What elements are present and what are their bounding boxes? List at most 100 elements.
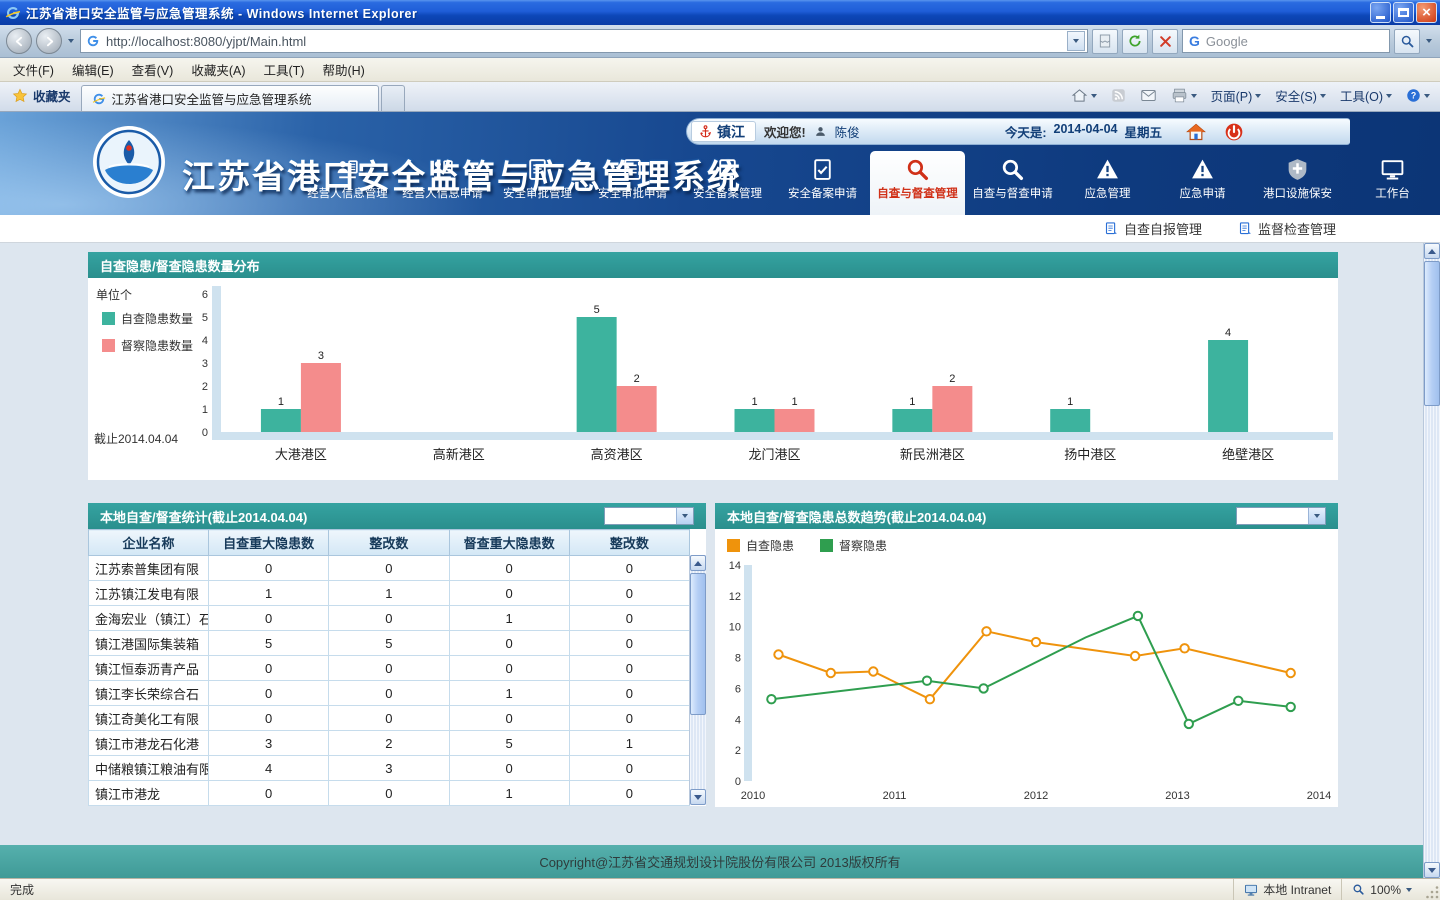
- new-tab-button[interactable]: [381, 85, 405, 111]
- back-button[interactable]: [6, 28, 32, 54]
- svg-text:龙门港区: 龙门港区: [748, 447, 800, 462]
- nav-self-supervision-mgmt[interactable]: 自查与督查管理: [870, 151, 965, 215]
- print-button[interactable]: [1165, 85, 1203, 106]
- company-name-cell: 中储粮镇江粮油有限: [89, 756, 209, 781]
- feed-button[interactable]: [1105, 86, 1132, 105]
- trend-chart: 0246810121420102011201220132014: [717, 555, 1333, 807]
- value-cell: 3: [209, 731, 329, 756]
- value-cell: 0: [329, 781, 449, 806]
- zoom-control[interactable]: 100%: [1341, 879, 1422, 900]
- table-row[interactable]: 镇江恒泰沥青产品0000: [89, 656, 690, 681]
- resize-grip[interactable]: [1422, 879, 1440, 900]
- anchor-icon: [698, 124, 713, 139]
- svg-text:2: 2: [202, 381, 208, 393]
- legend-item: 督察隐患: [820, 536, 887, 555]
- favorites-button[interactable]: 收藏夹: [4, 82, 79, 111]
- mail-button[interactable]: [1134, 85, 1163, 106]
- scroll-up-button[interactable]: [690, 555, 706, 571]
- nav-safety-record-mgmt[interactable]: 安全备案管理: [680, 151, 775, 215]
- menu-item[interactable]: 查看(V): [123, 57, 183, 82]
- trend-panel-title: 本地自查/督查隐患总数趋势(截止2014.04.04): [727, 507, 986, 526]
- svg-text:绝壁港区: 绝壁港区: [1222, 447, 1274, 462]
- table-row[interactable]: 镇江李长荣综合石0010: [89, 681, 690, 706]
- table-row[interactable]: 镇江市港龙石化港3251: [89, 731, 690, 756]
- stop-button[interactable]: [1152, 29, 1178, 54]
- subnav-supervision-check-mgmt[interactable]: 监督检查管理: [1238, 219, 1336, 238]
- search-input[interactable]: G Google: [1182, 29, 1390, 53]
- search-button[interactable]: [1394, 29, 1420, 54]
- nav-operator-info-apply[interactable]: 经营人信息申请: [395, 151, 490, 215]
- svg-text:8: 8: [735, 653, 741, 665]
- nav-safety-approval-apply[interactable]: 安全审批申请: [585, 151, 680, 215]
- menu-item[interactable]: 收藏夹(A): [182, 57, 254, 82]
- minimize-button[interactable]: [1370, 2, 1391, 23]
- subnav-self-report-mgmt[interactable]: 自查自报管理: [1104, 219, 1202, 238]
- table-row[interactable]: 镇江市港龙0010: [89, 781, 690, 806]
- warning-icon: [1095, 157, 1120, 182]
- value-cell: 0: [569, 756, 689, 781]
- stats-panel-title: 本地自查/督查统计(截止2014.04.04): [100, 507, 307, 526]
- logout-icon[interactable]: [1224, 122, 1244, 142]
- svg-text:2: 2: [949, 373, 955, 385]
- table-row[interactable]: 江苏索普集团有限0000: [89, 556, 690, 581]
- table-row[interactable]: 金海宏业（镇江）石0010: [89, 606, 690, 631]
- address-dropdown[interactable]: [1067, 31, 1085, 51]
- table-row[interactable]: 江苏镇江发电有限1100: [89, 581, 690, 606]
- nav-workbench[interactable]: 工作台: [1345, 151, 1440, 215]
- scroll-thumb[interactable]: [690, 573, 706, 715]
- table-scrollbar[interactable]: [689, 555, 706, 805]
- doc-flag-icon: [810, 157, 835, 182]
- value-cell: 1: [209, 581, 329, 606]
- user-icon: [814, 125, 827, 138]
- nav-safety-approval-mgmt[interactable]: 安全审批管理: [490, 151, 585, 215]
- nav-port-facility-security[interactable]: 港口设施保安: [1250, 151, 1345, 215]
- svg-text:?: ?: [1411, 91, 1416, 101]
- search-dropdown[interactable]: [1424, 31, 1434, 51]
- svg-text:1: 1: [791, 396, 797, 408]
- value-cell: 0: [329, 681, 449, 706]
- trend-filter-dropdown[interactable]: [1236, 507, 1326, 525]
- svg-text:新民洲港区: 新民洲港区: [900, 447, 965, 462]
- nav-self-supervision-apply[interactable]: 自查与督查申请: [965, 151, 1060, 215]
- homepage-icon[interactable]: [1186, 122, 1206, 142]
- compatibility-view-button[interactable]: [1092, 29, 1118, 54]
- page-scrollbar[interactable]: [1423, 243, 1440, 878]
- nav-operator-info-mgmt[interactable]: 经营人信息管理: [300, 151, 395, 215]
- value-cell: 5: [209, 631, 329, 656]
- page-scroll-thumb[interactable]: [1424, 261, 1440, 406]
- nav-emergency-apply[interactable]: 应急申请: [1155, 151, 1250, 215]
- home-button[interactable]: [1065, 85, 1103, 106]
- nav-emergency-mgmt[interactable]: 应急管理: [1060, 151, 1155, 215]
- svg-text:高资港区: 高资港区: [591, 447, 643, 462]
- nav-safety-record-apply[interactable]: 安全备案申请: [775, 151, 870, 215]
- page-scroll-down-button[interactable]: [1424, 862, 1440, 878]
- forward-button[interactable]: [36, 28, 62, 54]
- tools-menu[interactable]: 工具(O): [1334, 84, 1398, 107]
- nav-item-label: 安全备案管理: [693, 185, 762, 201]
- table-row[interactable]: 中储粮镇江粮油有限4300: [89, 756, 690, 781]
- table-row[interactable]: 镇江奇美化工有限0000: [89, 706, 690, 731]
- intranet-icon: [1244, 883, 1258, 897]
- people-doc-icon: [430, 157, 455, 182]
- browser-tab[interactable]: 江苏省港口安全监管与应急管理系统: [81, 85, 379, 111]
- stats-filter-dropdown[interactable]: [604, 507, 694, 525]
- table-row[interactable]: 镇江港国际集装箱5500: [89, 631, 690, 656]
- help-button[interactable]: ?: [1400, 86, 1436, 105]
- maximize-button[interactable]: [1393, 2, 1414, 23]
- safety-menu[interactable]: 安全(S): [1269, 84, 1332, 107]
- page-scroll-up-button[interactable]: [1424, 243, 1440, 259]
- menu-item[interactable]: 编辑(E): [63, 57, 123, 82]
- nav-item-label: 安全审批管理: [503, 185, 572, 201]
- svg-text:扬中港区: 扬中港区: [1064, 447, 1116, 462]
- menu-item[interactable]: 工具(T): [254, 57, 313, 82]
- menu-item[interactable]: 文件(F): [4, 57, 63, 82]
- doc-lines-icon: [620, 157, 645, 182]
- refresh-button[interactable]: [1122, 29, 1148, 54]
- svg-text:高新港区: 高新港区: [433, 447, 485, 462]
- history-dropdown[interactable]: [66, 31, 76, 51]
- close-button[interactable]: ×: [1416, 2, 1437, 23]
- address-field[interactable]: http://localhost:8080/yjpt/Main.html: [80, 29, 1088, 53]
- menu-item[interactable]: 帮助(H): [313, 57, 373, 82]
- scroll-down-button[interactable]: [690, 789, 706, 805]
- page-menu[interactable]: 页面(P): [1205, 84, 1268, 107]
